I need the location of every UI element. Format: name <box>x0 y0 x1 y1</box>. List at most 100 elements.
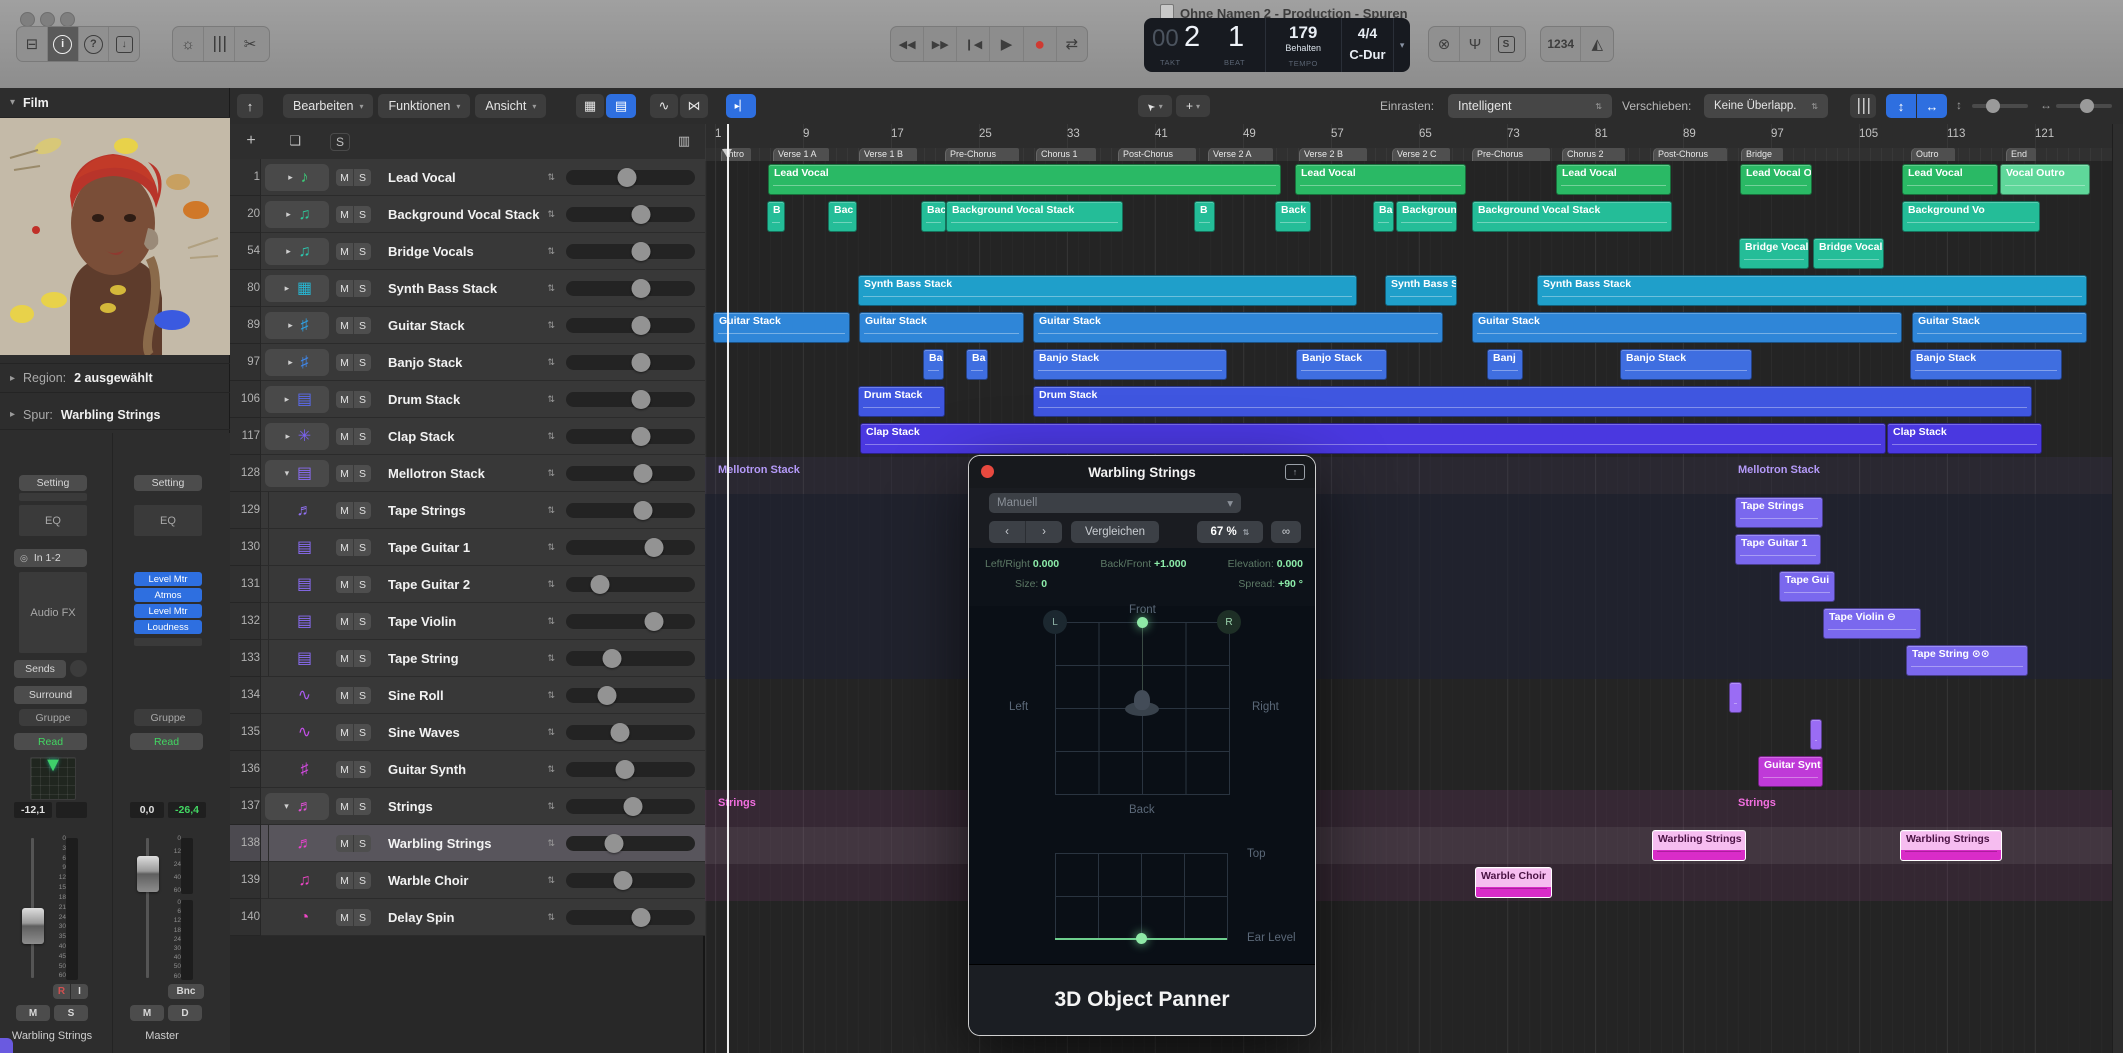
auto-hzoom-button[interactable]: ↔ <box>1917 94 1947 118</box>
region[interactable]: Drum Stack <box>858 386 945 417</box>
arrangement-marker[interactable]: Post-Chorus <box>1653 148 1727 161</box>
solo-button[interactable]: S <box>354 909 371 926</box>
input-monitor-button[interactable]: I <box>71 984 88 999</box>
inspector-button[interactable]: i <box>48 27 79 61</box>
track-disclosure[interactable]: ▸ ♫ <box>265 238 329 265</box>
track-volume-slider[interactable] <box>566 392 695 407</box>
size-param[interactable]: Size: 0 <box>1015 578 1047 590</box>
volume-knob[interactable] <box>644 538 663 557</box>
loudness-value[interactable]: -26,4 <box>168 802 206 818</box>
menu-button[interactable]: Ansicht ▾ <box>475 94 546 118</box>
track-name[interactable]: Bridge Vocals <box>388 233 474 270</box>
minimize-window-button[interactable] <box>40 12 55 27</box>
elevation-grid[interactable] <box>1055 853 1228 940</box>
region[interactable]: Tape Guitar 1 <box>1735 534 1821 565</box>
arrangement-marker[interactable]: End <box>2006 148 2036 161</box>
mute-button[interactable]: M <box>336 206 354 223</box>
region[interactable]: Lead Vocal <box>1556 164 1671 195</box>
track-volume-slider[interactable] <box>566 207 695 222</box>
plugin-titlebar[interactable]: Warbling Strings ↑ <box>969 456 1315 489</box>
track-name[interactable]: Tape Guitar 2 <box>388 566 470 603</box>
output-button[interactable]: Surround <box>14 686 87 704</box>
solo-button[interactable]: S <box>354 761 371 778</box>
region[interactable]: B <box>1194 201 1215 232</box>
track-volume-slider[interactable] <box>566 725 695 740</box>
volume-value[interactable]: 0,0 <box>130 802 164 818</box>
region[interactable]: Background <box>1396 201 1457 232</box>
horizontal-zoom-knob[interactable] <box>2080 99 2094 113</box>
track-row[interactable]: 132 ▤ M S Tape Violin ⇅ <box>230 603 705 640</box>
solo-button[interactable]: S <box>354 169 371 186</box>
track-disclosure[interactable]: ♬ <box>265 830 329 857</box>
playhead[interactable] <box>727 124 729 1053</box>
track-row[interactable]: 131 ▤ M S Tape Guitar 2 ⇅ <box>230 566 705 603</box>
drag-select[interactable]: Keine Überlapp. ⇅ <box>1704 94 1828 118</box>
region[interactable]: Synth Bass Stack <box>858 275 1357 306</box>
lr-param[interactable]: Left/Right 0.000 <box>985 558 1059 570</box>
track-row[interactable]: 117 ▸ ✳ M S Clap Stack ⇅ <box>230 418 705 455</box>
track-disclosure[interactable]: ♫ <box>265 867 329 894</box>
track-disclosure[interactable]: ▾ ♬ <box>265 793 329 820</box>
region[interactable]: Ba <box>1373 201 1394 232</box>
automation-button[interactable]: ∿ <box>650 94 678 118</box>
track-disclosure[interactable]: ♯ <box>265 756 329 783</box>
region[interactable]: Lead Vocal <box>1902 164 1998 195</box>
region[interactable]: Warble Choir <box>1475 867 1552 898</box>
elevation-position-dot[interactable] <box>1136 933 1147 944</box>
arrangement-marker[interactable]: Verse 1 A <box>773 148 829 161</box>
solo-button[interactable]: S <box>354 872 371 889</box>
send-knob[interactable] <box>70 660 87 677</box>
volume-knob[interactable] <box>631 427 650 446</box>
region[interactable]: Guitar Stack <box>859 312 1024 343</box>
mixer-button[interactable] <box>204 27 235 61</box>
volume-knob[interactable] <box>634 464 653 483</box>
go-to-beginning-button[interactable]: ❙◀ <box>957 27 990 61</box>
command-click-tool-button[interactable]: + ▾ <box>1176 95 1210 117</box>
volume-knob[interactable] <box>611 723 630 742</box>
zoom-window-button[interactable] <box>60 12 75 27</box>
list-view-button[interactable]: ▤ <box>606 94 636 118</box>
arrangement-marker[interactable]: Outro <box>1911 148 1955 161</box>
solo-button[interactable]: S <box>354 206 371 223</box>
mix-stepper[interactable]: 67 % ⇅ <box>1197 521 1263 543</box>
volume-knob[interactable] <box>631 390 650 409</box>
region[interactable]: Bridge Vocals <box>1739 238 1809 269</box>
region[interactable]: Guitar Stack <box>1033 312 1443 343</box>
solo-button[interactable]: S <box>354 502 371 519</box>
region[interactable]: Tape Gui <box>1779 571 1835 602</box>
track-disclosure[interactable]: ▸ ▤ <box>265 386 329 413</box>
arrangement-marker[interactable]: Chorus 2 <box>1562 148 1625 161</box>
track-volume-slider[interactable] <box>566 170 695 185</box>
track-row[interactable]: 133 ▤ M S Tape String ⇅ <box>230 640 705 677</box>
track-disclosure[interactable]: ▸ ♯ <box>265 312 329 339</box>
panner-position-dot[interactable] <box>1137 617 1148 628</box>
spread-param[interactable]: Spread: +90 ° <box>1238 578 1303 590</box>
region[interactable]: Banjo Stack <box>1620 349 1752 380</box>
track-volume-slider[interactable] <box>566 873 695 888</box>
region[interactable]: Lead Vocal <box>768 164 1281 195</box>
track-row[interactable]: 80 ▸ ▦ M S Synth Bass Stack ⇅ <box>230 270 705 307</box>
gain-slot[interactable] <box>19 493 87 501</box>
close-window-button[interactable] <box>20 12 35 27</box>
arrangement-marker[interactable]: Verse 1 B <box>859 148 917 161</box>
bar-ruler[interactable]: 191725334149576573818997105113121 <box>705 124 2123 149</box>
region[interactable]: Background Vocal Stack <box>946 201 1123 232</box>
flex-button[interactable]: ⋈ <box>680 94 708 118</box>
track-name[interactable]: Guitar Stack <box>388 307 465 344</box>
mute-button[interactable]: M <box>336 724 354 741</box>
solo-button[interactable]: S <box>354 391 371 408</box>
track-volume-slider[interactable] <box>566 429 695 444</box>
master-solo-button[interactable]: S <box>330 133 350 151</box>
track-row[interactable]: 136 ♯ M S Guitar Synth ⇅ <box>230 751 705 788</box>
track-volume-slider[interactable] <box>566 836 695 851</box>
solo-button[interactable]: S <box>354 539 371 556</box>
cycle-button[interactable]: ⇄ <box>1057 27 1087 61</box>
track-header-config-button[interactable]: ▥ <box>673 131 695 151</box>
arrangement-marker[interactable]: Verse 2 C <box>1392 148 1450 161</box>
horizontal-zoom-slider[interactable] <box>2056 104 2112 108</box>
region[interactable]: Vocal Outro <box>2000 164 2090 195</box>
grid-view-button[interactable]: ▦ <box>576 94 604 118</box>
auto-vzoom-button[interactable]: ↕ <box>1886 94 1916 118</box>
mute-button[interactable]: M <box>130 1005 164 1021</box>
arrangement-marker[interactable]: Chorus 1 <box>1036 148 1096 161</box>
